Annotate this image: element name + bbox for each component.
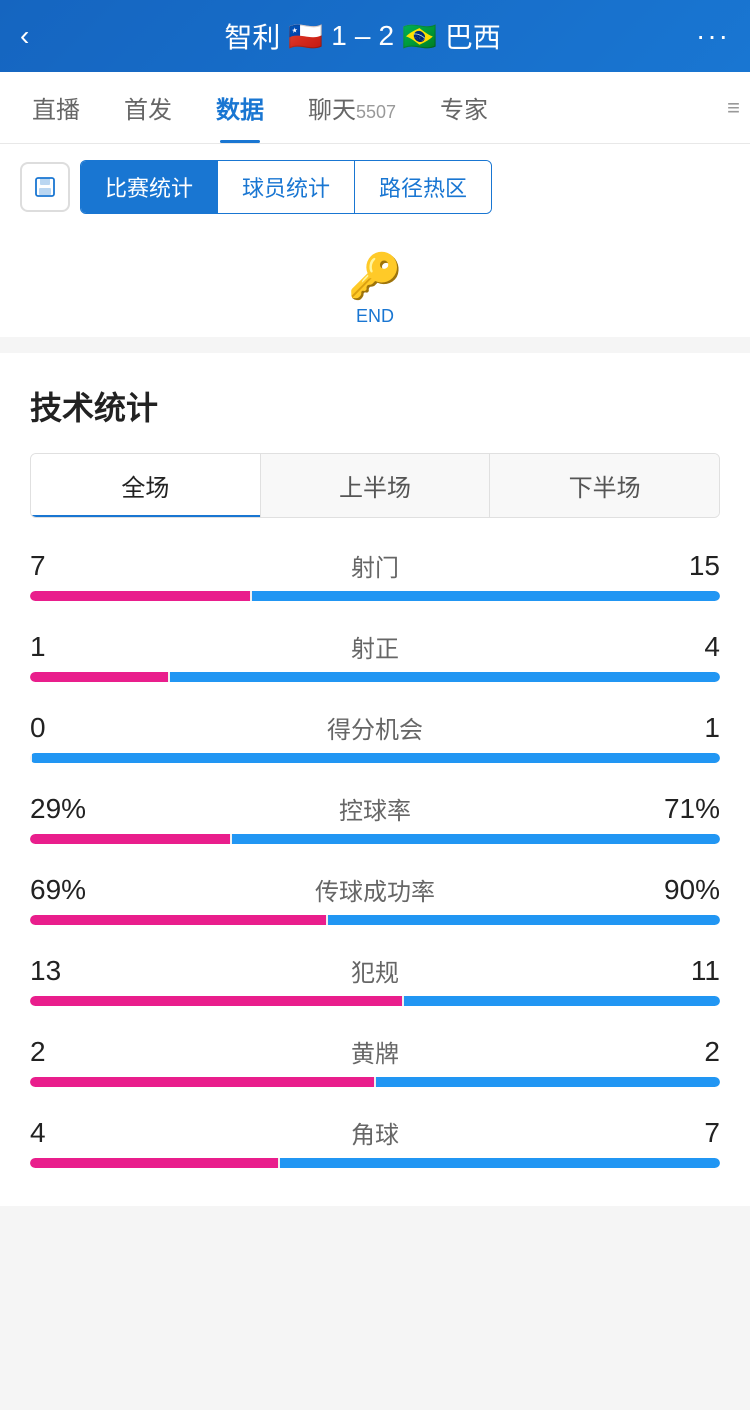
- bar-left: [30, 996, 402, 1006]
- stat-right-value: 90%: [660, 874, 720, 906]
- stat-row: 0 得分机会 1: [30, 710, 720, 763]
- score-right: 2: [378, 20, 394, 52]
- tab-live[interactable]: 直播: [10, 72, 102, 143]
- sub-tabs: 比赛统计 球员统计 路径热区: [80, 160, 492, 214]
- stat-left-value: 2: [30, 1036, 90, 1068]
- stat-row: 13 犯规 11: [30, 953, 720, 1006]
- more-button[interactable]: ···: [696, 20, 730, 52]
- bar-left: [30, 1158, 278, 1168]
- stat-rows: 7 射门 15 1 射正 4 0 得分机会 1: [30, 548, 720, 1168]
- stat-bar: [30, 672, 720, 682]
- back-button[interactable]: ‹: [20, 20, 29, 52]
- match-title: 智利 🇨🇱 1 – 2 🇧🇷 巴西: [224, 16, 501, 56]
- stat-row: 7 射门 15: [30, 548, 720, 601]
- bar-right: [328, 915, 720, 925]
- stat-bar: [30, 591, 720, 601]
- bar-left: [30, 834, 230, 844]
- stat-left-value: 4: [30, 1117, 90, 1149]
- stat-right-value: 15: [660, 550, 720, 582]
- sub-tabs-container: 比赛统计 球员统计 路径热区: [0, 144, 750, 230]
- stat-left-value: 1: [30, 631, 90, 663]
- period-tabs: 全场 上半场 下半场: [30, 453, 720, 518]
- team-right-name: 巴西: [445, 16, 501, 56]
- tab-data[interactable]: 数据: [194, 72, 286, 143]
- stat-left-value: 7: [30, 550, 90, 582]
- team-left-name: 智利: [224, 16, 280, 56]
- period-tab-second-half[interactable]: 下半场: [490, 454, 719, 517]
- stat-left-value: 0: [30, 712, 90, 744]
- bar-right: [170, 672, 720, 682]
- stat-bar: [30, 834, 720, 844]
- brazil-flag: 🇧🇷: [402, 20, 437, 53]
- stat-name: 射正: [90, 629, 660, 664]
- bar-right: [376, 1077, 720, 1087]
- bar-right: [252, 591, 720, 601]
- tab-chat[interactable]: 聊天5507: [286, 72, 418, 143]
- stat-bar: [30, 753, 720, 763]
- stat-bar: [30, 996, 720, 1006]
- stats-title: 技术统计: [30, 383, 720, 429]
- stat-bar: [30, 1158, 720, 1168]
- stat-name: 角球: [90, 1115, 660, 1150]
- stat-right-value: 4: [660, 631, 720, 663]
- whistle-label: END: [356, 306, 394, 327]
- stat-name: 得分机会: [90, 710, 660, 745]
- stat-row: 2 黄牌 2: [30, 1034, 720, 1087]
- stat-name: 控球率: [90, 791, 660, 826]
- bar-left: [30, 915, 326, 925]
- save-button[interactable]: [20, 162, 70, 212]
- stat-row: 29% 控球率 71%: [30, 791, 720, 844]
- stat-bar: [30, 1077, 720, 1087]
- whistle-icon: 🔑: [348, 250, 403, 302]
- stat-name: 黄牌: [90, 1034, 660, 1069]
- stat-left-value: 13: [30, 955, 90, 987]
- nav-tabs: 直播 首发 数据 聊天5507 专家 ≡: [0, 72, 750, 144]
- header: ‹ 智利 🇨🇱 1 – 2 🇧🇷 巴西 ···: [0, 0, 750, 72]
- bar-left: [30, 591, 250, 601]
- stat-right-value: 2: [660, 1036, 720, 1068]
- stat-right-value: 11: [660, 955, 720, 987]
- stats-section: 技术统计 全场 上半场 下半场 7 射门 15 1 射正 4 0: [0, 353, 750, 1206]
- bar-right: [232, 834, 720, 844]
- tab-expert[interactable]: 专家: [418, 72, 510, 143]
- score-left: 1: [331, 20, 347, 52]
- bar-right: [32, 753, 720, 763]
- stat-right-value: 71%: [660, 793, 720, 825]
- whistle-section: 🔑 END: [0, 230, 750, 337]
- stat-right-value: 1: [660, 712, 720, 744]
- bar-left: [30, 1077, 374, 1087]
- stat-row: 4 角球 7: [30, 1115, 720, 1168]
- tab-lineup[interactable]: 首发: [102, 72, 194, 143]
- sub-tab-heatmap[interactable]: 路径热区: [355, 161, 491, 213]
- stat-name: 犯规: [90, 953, 660, 988]
- bar-right: [280, 1158, 720, 1168]
- stat-right-value: 7: [660, 1117, 720, 1149]
- stat-name: 射门: [90, 548, 660, 583]
- stat-row: 69% 传球成功率 90%: [30, 872, 720, 925]
- nav-more-button[interactable]: ≡: [727, 95, 740, 121]
- stat-name: 传球成功率: [90, 872, 660, 907]
- sub-tab-match-stats[interactable]: 比赛统计: [81, 161, 218, 213]
- score-dash: –: [355, 20, 371, 52]
- stat-left-value: 69%: [30, 874, 90, 906]
- period-tab-full[interactable]: 全场: [31, 454, 261, 517]
- stat-row: 1 射正 4: [30, 629, 720, 682]
- chile-flag: 🇨🇱: [288, 20, 323, 53]
- bar-left: [30, 672, 168, 682]
- sub-tab-player-stats[interactable]: 球员统计: [218, 161, 355, 213]
- bar-right: [404, 996, 720, 1006]
- period-tab-first-half[interactable]: 上半场: [261, 454, 491, 517]
- stat-bar: [30, 915, 720, 925]
- stat-left-value: 29%: [30, 793, 90, 825]
